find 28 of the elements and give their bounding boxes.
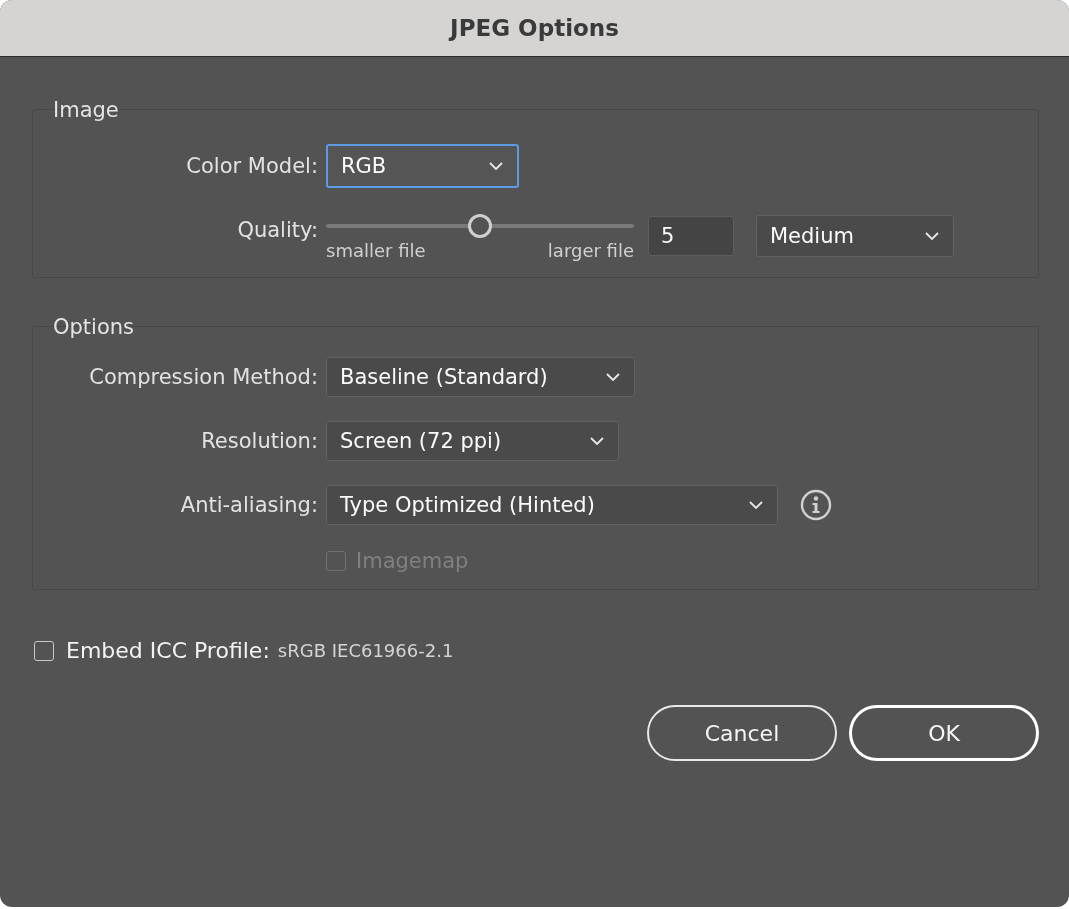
cancel-button[interactable]: Cancel <box>647 705 837 761</box>
checkbox[interactable] <box>34 640 54 661</box>
group-title: Options <box>53 314 135 341</box>
dropdown[interactable]: Screen (72 ppi) <box>326 421 619 461</box>
slider-thumb[interactable] <box>468 214 492 238</box>
checkbox-label: Embed ICC Profile: <box>66 638 270 663</box>
info-icon[interactable] <box>800 489 832 521</box>
quality-input[interactable]: 5 <box>648 215 734 256</box>
field-label: Compression Method: <box>88 365 318 389</box>
dropdown[interactable]: Baseline (Standard) <box>326 357 635 397</box>
field-label: Color Model: <box>185 154 318 178</box>
field-label: Quality: <box>236 218 318 242</box>
dropdown[interactable]: RGB <box>326 144 519 188</box>
chevron-icon <box>749 501 763 509</box>
group-title: Image <box>53 97 119 124</box>
dropdown[interactable]: Medium <box>756 214 954 257</box>
window-title: JPEG Options <box>450 15 619 41</box>
chevron-icon <box>606 373 620 381</box>
slider-max-label: larger file <box>547 240 634 261</box>
ok-button[interactable]: OK <box>849 705 1039 761</box>
field-label: Resolution: <box>200 429 318 453</box>
dropdown[interactable]: Type Optimized (Hinted) <box>326 485 778 525</box>
profile-name: sRGB IEC61966-2.1 <box>277 640 454 661</box>
chevron-icon <box>590 437 604 445</box>
chevron-icon <box>925 231 939 240</box>
field-label: Anti-aliasing: <box>179 493 318 517</box>
slider-min-label: smaller file <box>326 240 426 261</box>
chevron-icon <box>489 162 503 170</box>
